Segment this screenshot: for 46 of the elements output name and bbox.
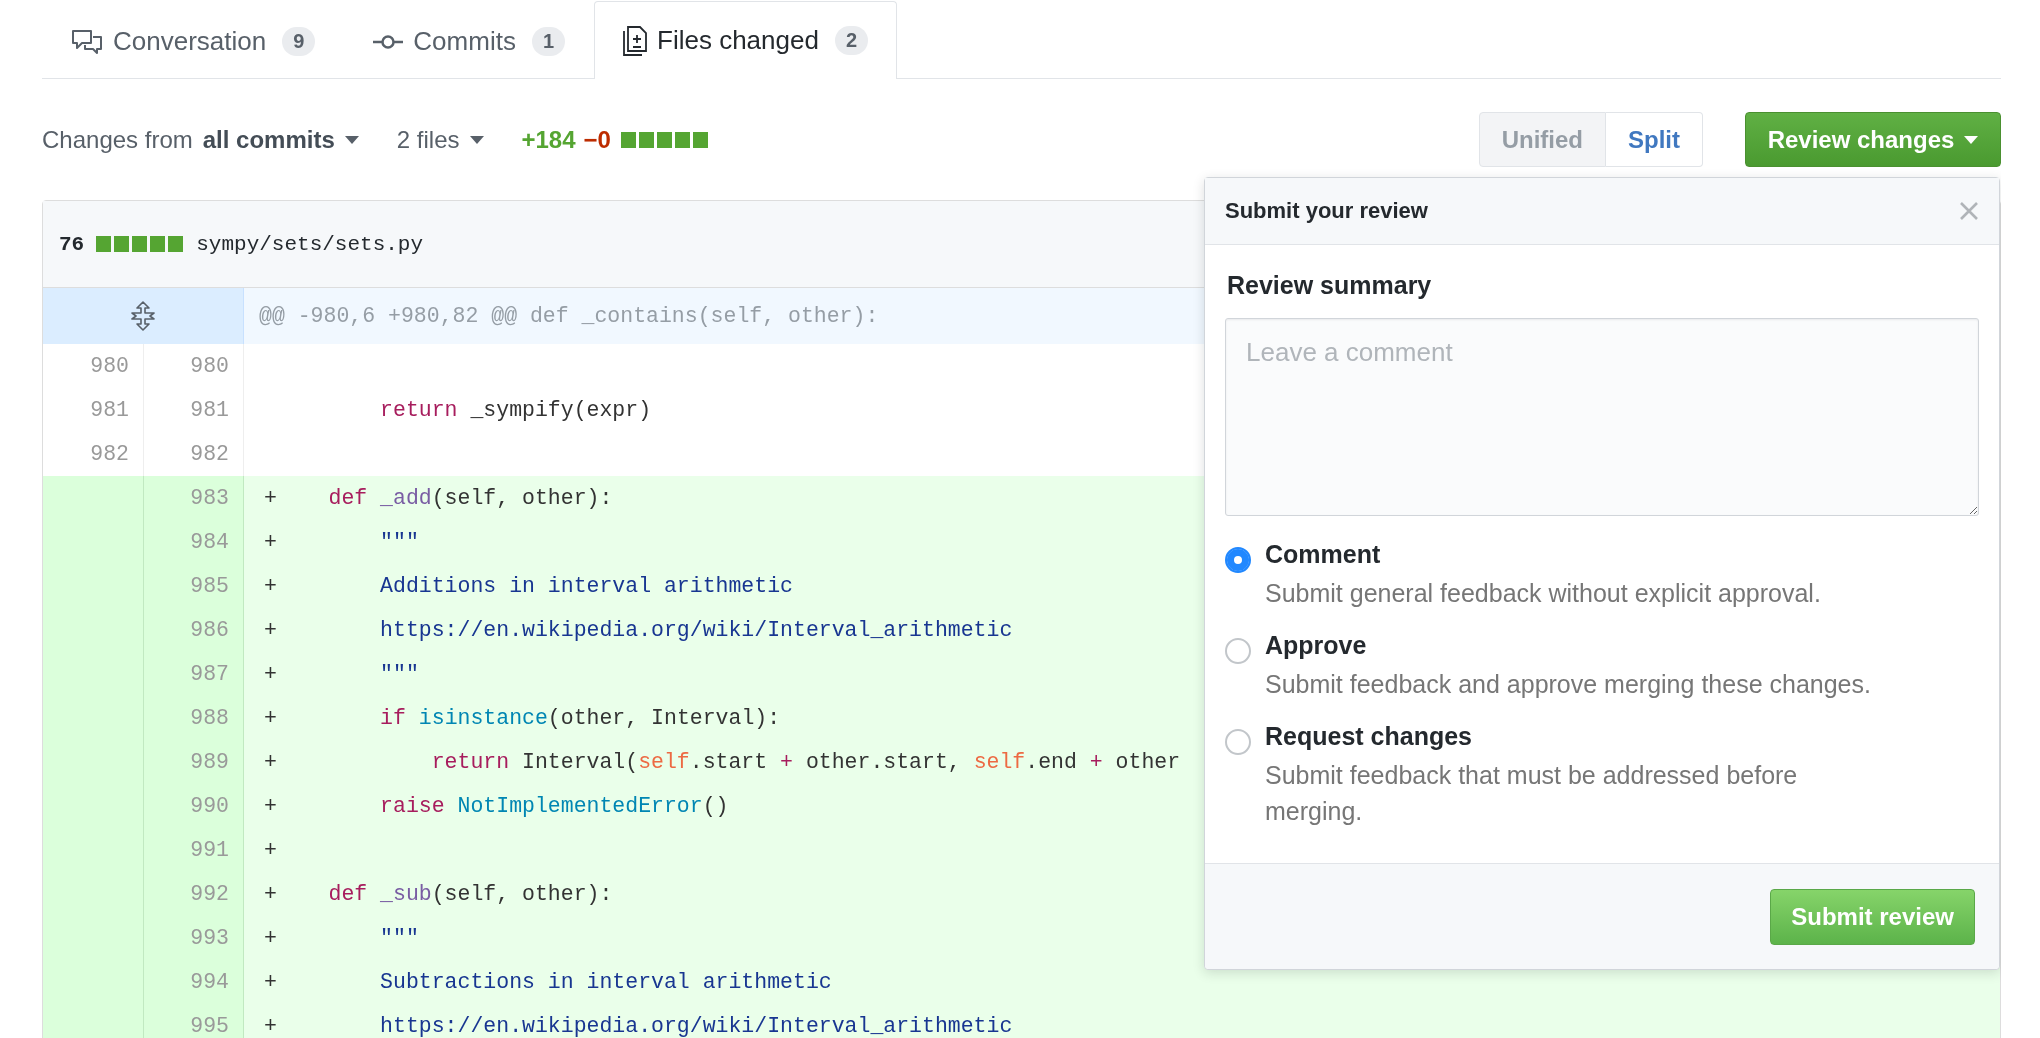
option-description: Submit general feedback without explicit approval. — [1265, 578, 1822, 609]
commit-icon — [373, 33, 404, 50]
caret-icon — [469, 135, 484, 144]
line-number: 995 — [144, 1004, 244, 1038]
popup-title: Submit your review — [1225, 198, 1428, 224]
line-number: 988 — [144, 696, 244, 740]
count-badge: 2 — [834, 26, 869, 55]
files-filter-dropdown[interactable]: 2 files — [396, 125, 484, 154]
caret-icon — [1964, 135, 1979, 144]
line-number: 984 — [144, 520, 244, 564]
diffstat-icon — [620, 131, 709, 148]
line-number: 990 — [144, 784, 244, 828]
comment-icon — [71, 28, 103, 55]
radio-button[interactable] — [1225, 547, 1251, 573]
line-number: 993 — [144, 916, 244, 960]
line-number: 994 — [144, 960, 244, 1004]
commits-filter-dropdown[interactable]: Changes from all commits — [42, 125, 359, 154]
line-number: 989 — [144, 740, 244, 784]
line-number: 986 — [144, 608, 244, 652]
file-path: sympy/sets/sets.py — [196, 232, 424, 256]
count-badge: 9 — [282, 27, 316, 56]
deletions-count: −0 — [583, 125, 611, 154]
additions-count: +184 — [521, 125, 576, 154]
diffstat-icon — [96, 236, 185, 252]
count-badge: 1 — [531, 27, 565, 56]
tab[interactable]: Commits 1 — [344, 3, 594, 79]
document-icon — [623, 25, 647, 56]
radio-button[interactable] — [1225, 638, 1251, 664]
comment-field[interactable]: Leave a comment — [1225, 318, 1979, 516]
field-label: Review summary — [1227, 271, 1433, 300]
line-number: 991 — [144, 828, 244, 872]
code-line: return _sympify(expr) — [379, 397, 653, 424]
tab[interactable]: Conversation 9 — [42, 3, 345, 79]
expand-button[interactable] — [43, 288, 244, 344]
tab[interactable]: Files changed 2 — [594, 1, 898, 79]
close-icon[interactable] — [1959, 201, 1979, 221]
radio-button[interactable] — [1225, 729, 1251, 755]
line-number: 992 — [144, 872, 244, 916]
hunk-header: @@ -980,6 +980,82 @@ def _contains(self, other): — [258, 303, 879, 330]
line-number: 985 — [144, 564, 244, 608]
line-number: 987 — [144, 652, 244, 696]
expand-icon — [129, 301, 157, 331]
view-toggle-button[interactable]: Split — [1606, 112, 1703, 167]
caret-icon — [344, 135, 359, 144]
line-number: 983 — [144, 476, 244, 520]
change-count: 76 — [59, 232, 85, 256]
